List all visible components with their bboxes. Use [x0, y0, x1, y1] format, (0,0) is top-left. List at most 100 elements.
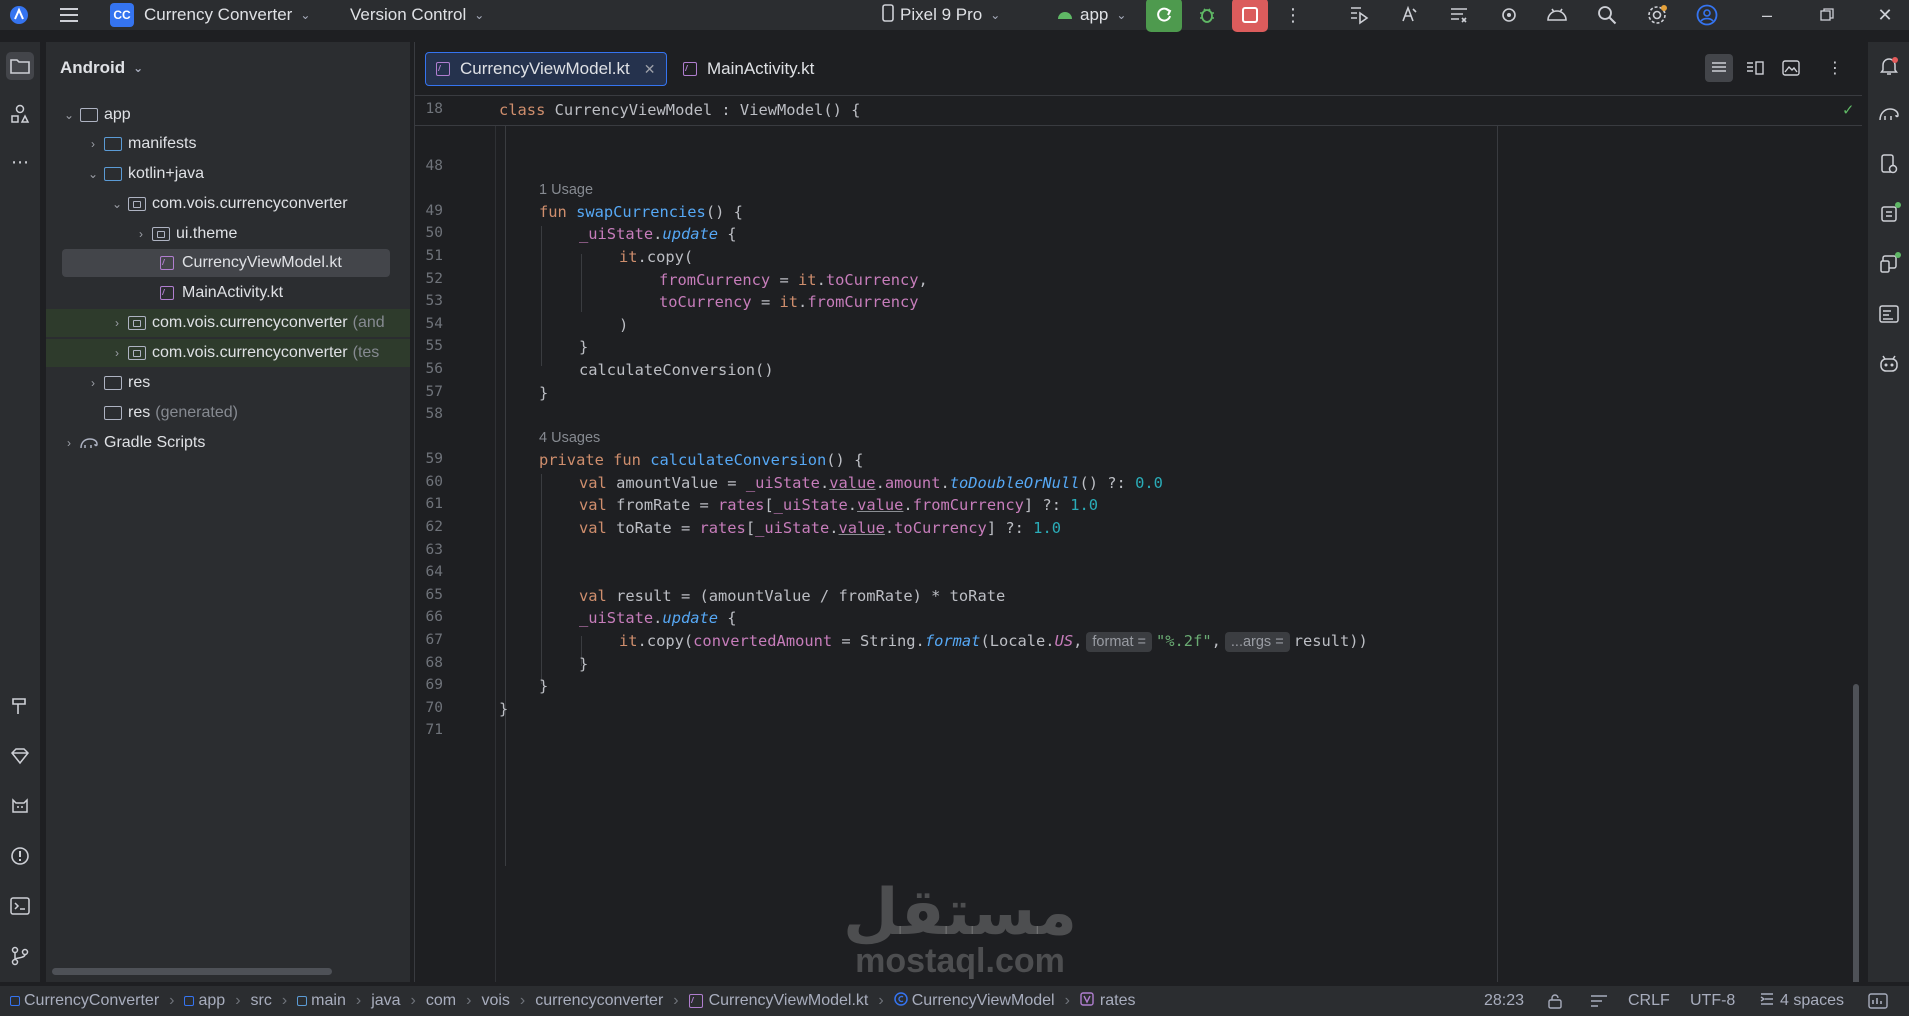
debug-icon[interactable] [1194, 2, 1220, 28]
chevron-right-icon[interactable]: › [132, 227, 150, 241]
breadcrumb-item[interactable]: CurrencyViewModel.kt [709, 992, 869, 1010]
breadcrumb-item[interactable]: rates [1100, 992, 1136, 1010]
tree-item-mainactivity[interactable]: MainActivity.kt [46, 279, 410, 307]
tree-item-package-test[interactable]: › com.vois.currencyconverter (tes [46, 339, 410, 367]
gem-icon[interactable] [6, 742, 34, 770]
profiler-icon[interactable] [1346, 2, 1372, 28]
chevron-right-icon[interactable]: › [60, 436, 78, 450]
project-name: Currency Converter [144, 5, 293, 24]
usages-hint[interactable]: 1 Usage [539, 182, 593, 198]
file-encoding[interactable]: UTF-8 [1690, 986, 1735, 1016]
version-control-menu[interactable]: Version Control ⌄ [350, 0, 484, 30]
breadcrumb-item[interactable]: main [311, 992, 346, 1010]
breadcrumb-item[interactable]: com [426, 992, 456, 1010]
caret-position[interactable]: 28:23 [1484, 986, 1524, 1016]
tab-currencyviewmodel[interactable]: CurrencyViewModel.kt ✕ [425, 52, 667, 86]
logcat-icon[interactable] [1446, 2, 1472, 28]
chevron-right-icon[interactable]: › [84, 137, 102, 151]
parameter-hint-args: ...args = [1224, 632, 1290, 652]
emulator-icon[interactable] [1875, 250, 1903, 278]
breadcrumb-item[interactable]: CurrencyViewModel [912, 992, 1055, 1010]
code-view-icon[interactable] [1705, 54, 1733, 82]
more-horizontal-icon[interactable]: ⋯ [6, 148, 34, 176]
project-selector[interactable]: CC Currency Converter ⌄ [110, 0, 310, 30]
tree-item-package-androidtest[interactable]: › com.vois.currencyconverter (and [46, 309, 410, 337]
main-menu-icon[interactable] [56, 2, 82, 28]
code-area[interactable]: 18 class CurrencyViewModel : ViewModel()… [415, 96, 1862, 982]
tree-item-app[interactable]: ⌄ app [46, 101, 410, 129]
inspection-ok-icon[interactable]: ✓ [1843, 100, 1853, 120]
breadcrumb-item[interactable]: src [251, 992, 272, 1010]
tree-item-currencyviewmodel[interactable]: CurrencyViewModel.kt [62, 249, 390, 277]
more-vertical-icon[interactable]: ⋮ [1280, 2, 1306, 28]
project-folder-icon[interactable] [6, 52, 34, 80]
breadcrumb-item[interactable]: vois [481, 992, 509, 1010]
run-config-selector[interactable]: app ⌄ [1056, 0, 1126, 30]
breadcrumb-item[interactable]: currencyconverter [535, 992, 663, 1010]
build-hammer-icon[interactable] [6, 692, 34, 720]
breadcrumb: CurrencyConverter › app › src › main › j… [10, 986, 1135, 1016]
tree-item-ui-theme[interactable]: › ui.theme [46, 220, 410, 248]
minimize-icon[interactable]: – [1754, 2, 1780, 28]
app-inspection-icon[interactable] [6, 792, 34, 820]
design-view-icon[interactable] [1777, 54, 1805, 82]
terminal-icon[interactable] [6, 892, 34, 920]
line-number: 54 [425, 316, 443, 332]
tab-mainactivity[interactable]: MainActivity.kt [673, 52, 824, 86]
settings-gear-icon[interactable] [1644, 2, 1670, 28]
android-studio-logo-icon[interactable] [6, 2, 32, 28]
memory-indicator-icon[interactable] [1868, 986, 1888, 1016]
git-branch-icon[interactable] [6, 942, 34, 970]
apply-changes-rerun-button[interactable] [1146, 0, 1182, 32]
chevron-right-icon[interactable]: › [84, 376, 102, 390]
line-number: 63 [425, 542, 443, 558]
device-file-explorer-icon[interactable] [1875, 150, 1903, 178]
breadcrumb-item[interactable]: app [198, 992, 225, 1010]
chevron-right-icon[interactable]: › [108, 346, 126, 360]
restore-icon[interactable] [1814, 2, 1840, 28]
sort-lines-icon[interactable] [1590, 986, 1608, 1016]
tree-item-package-main[interactable]: ⌄ com.vois.currencyconverter [46, 190, 410, 218]
tree-item-kotlin-java[interactable]: ⌄ kotlin+java [46, 160, 410, 188]
device-manager-icon[interactable] [1544, 2, 1570, 28]
chevron-down-icon[interactable]: ⌄ [60, 108, 78, 122]
running-devices-icon[interactable] [1875, 200, 1903, 228]
editor-vertical-scrollbar[interactable] [1853, 684, 1859, 982]
gemini-bot-icon[interactable] [1875, 350, 1903, 378]
layout-inspector-icon[interactable] [1875, 300, 1903, 328]
chevron-right-icon[interactable]: › [108, 316, 126, 330]
project-view-selector[interactable]: Android ⌄ [60, 58, 143, 78]
translate-icon[interactable] [1396, 2, 1422, 28]
resource-manager-icon[interactable] [6, 100, 34, 128]
stop-button[interactable] [1232, 0, 1268, 32]
breadcrumb-item[interactable]: java [371, 992, 400, 1010]
indent-guide [581, 254, 582, 312]
tree-item-manifests[interactable]: › manifests [46, 130, 410, 158]
device-selector[interactable]: Pixel 9 Pro ⌄ [882, 0, 1000, 30]
close-icon[interactable]: ✕ [1872, 2, 1898, 28]
problems-warning-icon[interactable] [6, 842, 34, 870]
close-icon[interactable]: ✕ [644, 61, 656, 78]
chevron-down-icon[interactable]: ⌄ [108, 197, 126, 211]
gutter-separator [495, 126, 496, 982]
tree-item-res-generated[interactable]: res (generated) [46, 399, 410, 427]
account-icon[interactable] [1694, 2, 1720, 28]
chevron-down-icon[interactable]: ⌄ [84, 167, 102, 181]
readonly-lock-icon[interactable] [1546, 986, 1564, 1016]
sticky-scope-header[interactable]: 18 class CurrencyViewModel : ViewModel()… [415, 96, 1862, 126]
gear-android-icon[interactable] [1496, 2, 1522, 28]
project-horizontal-scrollbar[interactable] [52, 968, 332, 975]
notifications-bell-icon[interactable] [1875, 52, 1903, 80]
split-view-icon[interactable] [1741, 54, 1769, 82]
search-icon[interactable] [1594, 2, 1620, 28]
line-ending[interactable]: CRLF [1628, 986, 1670, 1016]
breadcrumb-item[interactable]: CurrencyConverter [24, 992, 159, 1010]
usages-hint[interactable]: 4 Usages [539, 430, 600, 446]
tree-item-res[interactable]: › res [46, 369, 410, 397]
more-vertical-icon[interactable]: ⋮ [1821, 54, 1849, 82]
gradle-elephant-icon[interactable] [1875, 100, 1903, 128]
tree-item-gradle-scripts[interactable]: › Gradle Scripts [46, 429, 410, 457]
line-number: 52 [425, 271, 443, 287]
tab-label: MainActivity.kt [707, 59, 815, 78]
indent-setting[interactable]: 4 spaces [1760, 986, 1844, 1016]
